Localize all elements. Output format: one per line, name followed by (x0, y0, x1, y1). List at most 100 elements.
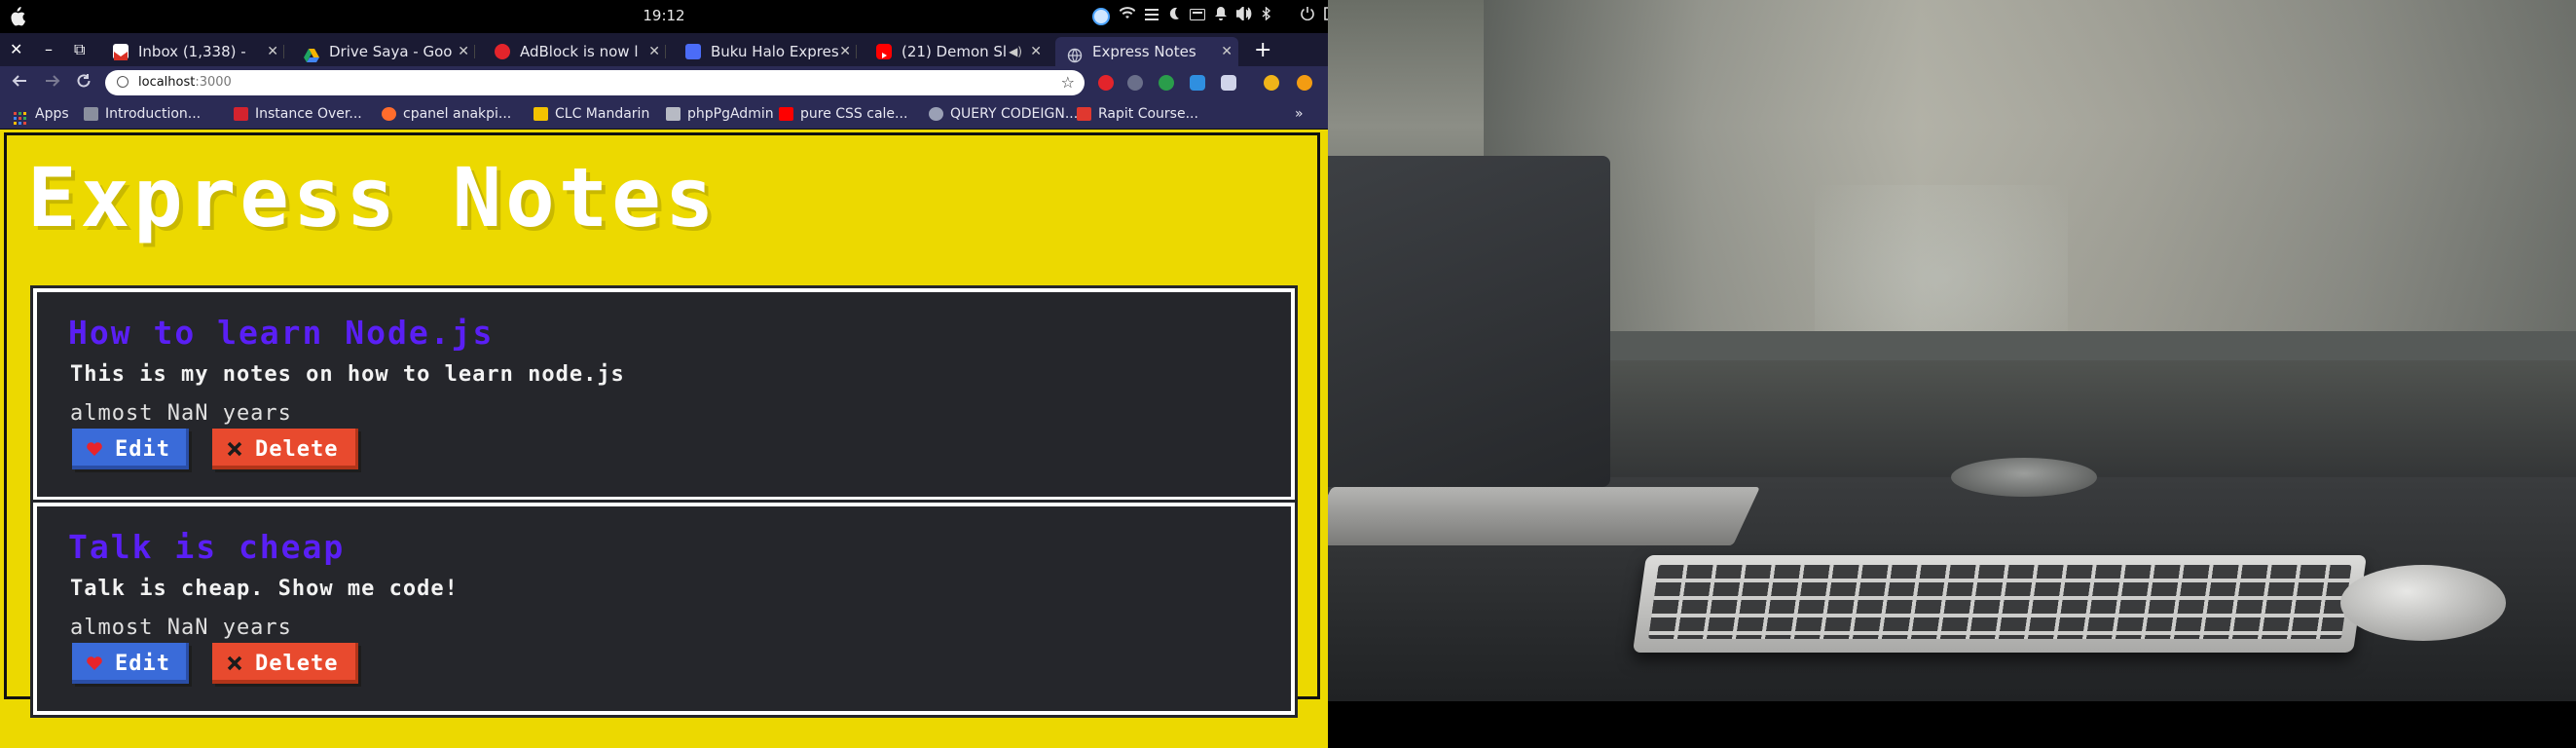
screen-extension-icon[interactable] (1190, 75, 1205, 91)
edit-button[interactable]: Edit (72, 429, 189, 469)
note-timestamp: almost NaN years (70, 616, 292, 640)
pdf-icon (1077, 107, 1091, 121)
bluetooth-icon[interactable] (1262, 6, 1271, 25)
bookmark-label: pure CSS cale... (800, 106, 908, 122)
tab-title: Drive Saya - Goo (329, 43, 453, 60)
tab-youtube[interactable]: (21) Demon Sl ◀) ✕ (865, 37, 1048, 66)
drive-tray-icon[interactable] (1190, 8, 1205, 25)
note-card: Talk is cheap Talk is cheap. Show me cod… (33, 503, 1295, 715)
graduation-extension-icon[interactable] (1221, 75, 1236, 91)
window-close-icon[interactable]: ✕ (10, 41, 22, 58)
tab-title: (21) Demon Sl (902, 43, 1008, 60)
bookmark-label: Apps (35, 106, 69, 122)
note-title[interactable]: How to learn Node.js (68, 314, 494, 353)
tab-strip: ✕ – ⧉ Inbox (1,338) - ✕ Drive Saya - Goo… (0, 33, 1328, 66)
instance-icon (234, 107, 248, 121)
window-maximize-icon[interactable]: ⧉ (74, 41, 85, 58)
heart-icon (86, 440, 103, 458)
bowl (1951, 458, 2097, 497)
night-mode-icon[interactable] (1168, 7, 1180, 25)
reload-icon[interactable] (76, 73, 92, 94)
back-arrow-icon[interactable] (12, 73, 27, 94)
browser-toolbar: localhost:3000 ☆ (0, 66, 1328, 99)
clc-icon (534, 107, 548, 121)
page-title: Express Notes (27, 150, 718, 245)
address-bar[interactable]: localhost:3000 ☆ (105, 70, 1085, 95)
new-tab-button[interactable]: + (1254, 37, 1271, 64)
browser-window: ✕ – ⧉ Inbox (1,338) - ✕ Drive Saya - Goo… (0, 33, 1328, 748)
bookmark-phppgadmin[interactable]: phpPgAdmin (666, 99, 774, 129)
desktop-wallpaper (1328, 0, 2576, 701)
gmail-icon (113, 44, 129, 60)
grammar-extension-icon[interactable] (1159, 75, 1174, 91)
adblock-icon (495, 44, 510, 59)
bookmarks-overflow-icon[interactable]: » (1295, 99, 1304, 129)
update-icon[interactable] (1297, 75, 1312, 91)
tab-close-icon[interactable]: ✕ (1221, 37, 1233, 66)
tab-close-icon[interactable]: ✕ (458, 37, 469, 66)
bookmark-instance-overview[interactable]: Instance Over... (234, 99, 362, 129)
audio-icon[interactable]: ◀) (1009, 37, 1022, 66)
bookmark-label: Introduction... (105, 106, 202, 122)
glass-vase (1815, 185, 2068, 341)
note-title[interactable]: Talk is cheap (68, 528, 345, 567)
bookmark-cpanel[interactable]: cpanel anakpi... (382, 99, 511, 129)
apps-grid-icon (14, 107, 28, 125)
note-timestamp: almost NaN years (70, 401, 292, 426)
globe-icon (929, 107, 943, 121)
tab-buku-halo-express[interactable]: Buku Halo Expres ✕ (674, 37, 857, 66)
tab-inbox[interactable]: Inbox (1,338) - ✕ (101, 37, 284, 66)
bookmark-label: Rapit Course... (1098, 106, 1198, 122)
bookmark-star-icon[interactable]: ☆ (1061, 70, 1075, 95)
list-icon[interactable] (1145, 8, 1159, 25)
note-body: Talk is cheap. Show me code! (70, 577, 459, 601)
edit-button-label: Edit (115, 651, 170, 676)
keyboard (1632, 555, 2368, 653)
adblock-extension-icon[interactable] (1098, 75, 1114, 91)
site-info-icon[interactable] (117, 76, 129, 88)
window-minimize-icon[interactable]: – (45, 41, 53, 58)
url-port: :3000 (195, 75, 232, 90)
bookmark-query-codeigniter[interactable]: QUERY CODEIGN... (929, 99, 1078, 129)
notifications-icon[interactable] (1215, 7, 1227, 25)
delete-button-label: Delete (255, 436, 339, 462)
note-card: How to learn Node.js This is my notes on… (33, 288, 1295, 501)
wifi-icon[interactable] (1119, 7, 1136, 25)
profile-avatar-icon[interactable] (1264, 75, 1279, 91)
tab-close-icon[interactable]: ✕ (1030, 37, 1042, 66)
edit-button-label: Edit (115, 436, 170, 462)
drive-icon (304, 44, 319, 62)
bookmark-label: Instance Over... (255, 106, 362, 122)
bookmark-clc-mandarin[interactable]: CLC Mandarin (534, 99, 649, 129)
system-tray (1092, 5, 1340, 25)
tab-close-icon[interactable]: ✕ (839, 37, 851, 66)
user-status-icon[interactable] (1092, 7, 1110, 25)
youtube-icon (779, 107, 793, 121)
extension-icon[interactable] (1127, 75, 1143, 91)
laptop-screen (1328, 156, 1610, 487)
delete-button[interactable]: Delete (212, 429, 358, 469)
elephant-icon (666, 107, 681, 121)
volume-icon[interactable] (1235, 5, 1252, 25)
tab-adblock[interactable]: AdBlock is now l ✕ (483, 37, 666, 66)
bookmark-pure-css-calendar[interactable]: pure CSS cale... (779, 99, 907, 129)
power-icon[interactable] (1301, 7, 1314, 25)
delete-button[interactable]: Delete (212, 643, 358, 684)
bookmark-rapit-course[interactable]: Rapit Course... (1077, 99, 1198, 129)
bookmark-label: QUERY CODEIGN... (950, 106, 1079, 122)
url-host: localhost (138, 75, 196, 90)
bookmark-introduction[interactable]: Introduction... (84, 99, 201, 129)
tab-express-notes[interactable]: Express Notes ✕ (1055, 37, 1238, 66)
cpanel-icon (382, 107, 396, 121)
edit-button[interactable]: Edit (72, 643, 189, 684)
forward-arrow-icon[interactable] (45, 73, 60, 94)
tab-close-icon[interactable]: ✕ (267, 37, 278, 66)
tab-title: Buku Halo Expres (711, 43, 839, 60)
tab-close-icon[interactable]: ✕ (648, 37, 660, 66)
tab-drive[interactable]: Drive Saya - Goo ✕ (292, 37, 475, 66)
tab-title: Inbox (1,338) - (138, 43, 246, 60)
delete-button-label: Delete (255, 651, 339, 676)
page-content: Express Notes How to learn Node.js This … (0, 130, 1328, 748)
bookmark-apps[interactable]: Apps (14, 99, 69, 129)
bookmark-label: CLC Mandarin (555, 106, 650, 122)
